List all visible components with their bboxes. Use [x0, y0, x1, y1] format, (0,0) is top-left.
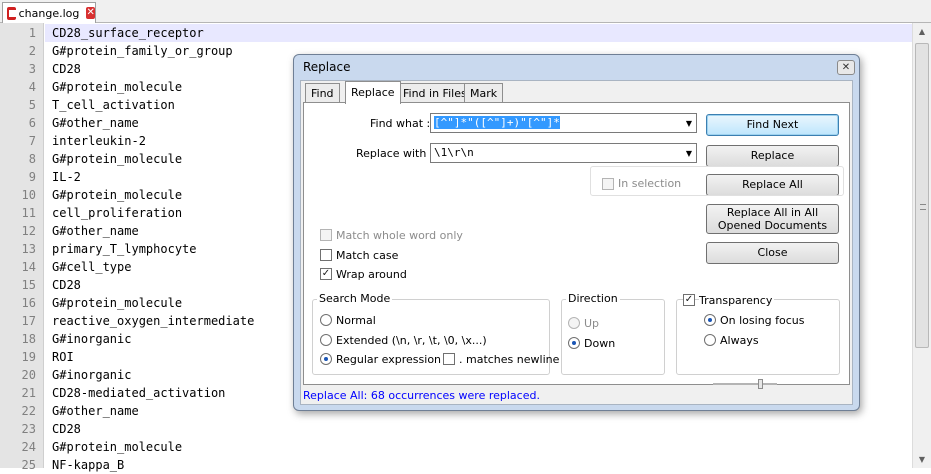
- line-number: 20: [21, 368, 36, 382]
- find-what-label: Find what :: [370, 117, 431, 130]
- editor-line[interactable]: NF-kappa_B: [52, 456, 912, 474]
- direction-up-radio[interactable]: [568, 317, 580, 329]
- vertical-scrollbar[interactable]: ▲ ▼: [912, 23, 931, 468]
- editor-line[interactable]: CD28: [52, 420, 912, 438]
- line-number-gutter: 1 2 3 4 5 6 7 8 9 10 11 12 13 14 15 16 17 18 19 20 21 22 23 24 2…: [0, 23, 44, 472]
- dropdown-arrow-icon[interactable]: ▼: [686, 145, 692, 163]
- extended-mode-radio[interactable]: [320, 334, 332, 346]
- replace-tab-panel: Find what : [^"]*"([^"]+)"[^"]* ▼ Replac…: [303, 102, 850, 385]
- transparency-slider[interactable]: [713, 383, 777, 385]
- dialog-close-button[interactable]: ✕: [837, 60, 855, 75]
- line-number: 17: [21, 314, 36, 328]
- wrap-around-checkbox[interactable]: ✓: [320, 268, 332, 280]
- line-number: 1: [28, 26, 36, 40]
- status-message: Replace All: 68 occurrences were replace…: [303, 389, 540, 402]
- line-number: 8: [28, 152, 36, 166]
- extended-mode-label: Extended (\n, \r, \t, \0, \x...): [336, 334, 487, 347]
- normal-mode-radio[interactable]: [320, 314, 332, 326]
- find-what-value: [^"]*"([^"]+)"[^"]*: [434, 116, 560, 129]
- direction-up-label: Up: [584, 317, 600, 330]
- line-number: 12: [21, 224, 36, 238]
- line-number: 9: [28, 170, 36, 184]
- line-number: 22: [21, 404, 36, 418]
- tab-mark[interactable]: Mark: [464, 83, 504, 103]
- replace-with-value: \1\r\n: [434, 146, 474, 159]
- line-number: 11: [21, 206, 36, 220]
- grip-icon: [920, 204, 926, 210]
- in-selection-checkbox[interactable]: [602, 178, 614, 190]
- line-number: 25: [21, 458, 36, 472]
- document-tab-label: change.log: [18, 6, 80, 20]
- editor-line[interactable]: G#protein_molecule: [52, 438, 912, 456]
- replace-all-in-opened-docs-button[interactable]: Replace All in All Opened Documents: [706, 204, 839, 234]
- transparency-slider-thumb[interactable]: [758, 379, 763, 389]
- scroll-up-arrow-icon[interactable]: ▲: [913, 23, 931, 40]
- in-selection-label: In selection: [618, 177, 682, 190]
- regex-mode-label: Regular expression: [336, 353, 442, 366]
- dialog-title: Replace: [303, 60, 351, 74]
- tab-replace[interactable]: Replace: [345, 81, 401, 104]
- editor-line[interactable]: CD28_surface_receptor: [52, 24, 912, 42]
- normal-mode-label: Normal: [336, 314, 376, 327]
- replace-dialog: Replace ✕ Find Replace Find in Files Mar…: [293, 54, 860, 411]
- line-number: 15: [21, 278, 36, 292]
- document-tab[interactable]: change.log ✕: [2, 2, 96, 23]
- regex-mode-radio[interactable]: [320, 353, 332, 365]
- wrap-around-label: Wrap around: [336, 268, 407, 281]
- line-number: 19: [21, 350, 36, 364]
- search-mode-title: Search Mode: [317, 292, 393, 305]
- direction-down-label: Down: [584, 337, 616, 350]
- file-saved-icon: [7, 6, 17, 20]
- replace-with-combobox[interactable]: \1\r\n ▼: [430, 143, 697, 163]
- close-button[interactable]: Close: [706, 242, 839, 264]
- document-tab-bar: change.log ✕: [0, 0, 931, 23]
- match-whole-word-checkbox[interactable]: [320, 229, 332, 241]
- transparency-always-radio[interactable]: [704, 334, 716, 346]
- tab-find-in-files[interactable]: Find in Files: [397, 83, 473, 103]
- dropdown-arrow-icon[interactable]: ▼: [686, 115, 692, 133]
- scroll-down-arrow-icon[interactable]: ▼: [913, 451, 931, 468]
- match-case-label: Match case: [336, 249, 399, 262]
- line-number: 4: [28, 80, 36, 94]
- match-whole-word-label: Match whole word only: [336, 229, 463, 242]
- transparency-checkbox[interactable]: ✓: [683, 294, 695, 306]
- transparency-on-losing-focus-label: On losing focus: [720, 314, 805, 327]
- line-number: 3: [28, 62, 36, 76]
- replace-button[interactable]: Replace: [706, 145, 839, 167]
- line-number: 13: [21, 242, 36, 256]
- dialog-body: Find Replace Find in Files Mark Find wha…: [300, 80, 853, 405]
- line-number: 21: [21, 386, 36, 400]
- match-case-checkbox[interactable]: [320, 249, 332, 261]
- scrollbar-thumb[interactable]: [915, 43, 929, 348]
- tab-find[interactable]: Find: [305, 83, 340, 103]
- line-number: 16: [21, 296, 36, 310]
- find-next-button[interactable]: Find Next: [706, 114, 839, 136]
- direction-down-radio[interactable]: [568, 337, 580, 349]
- line-number: 6: [28, 116, 36, 130]
- line-number: 7: [28, 134, 36, 148]
- find-what-combobox[interactable]: [^"]*"([^"]+)"[^"]* ▼: [430, 113, 697, 133]
- line-number: 2: [28, 44, 36, 58]
- matches-newline-label: . matches newline: [459, 353, 560, 366]
- close-icon[interactable]: ✕: [86, 7, 95, 19]
- line-number: 14: [21, 260, 36, 274]
- line-number: 5: [28, 98, 36, 112]
- transparency-on-losing-focus-radio[interactable]: [704, 314, 716, 326]
- transparency-always-label: Always: [720, 334, 759, 347]
- line-number: 10: [21, 188, 36, 202]
- line-number: 24: [21, 440, 36, 454]
- transparency-label: Transparency: [699, 294, 775, 307]
- replace-with-label: Replace with :: [356, 147, 434, 160]
- line-number: 18: [21, 332, 36, 346]
- direction-title: Direction: [566, 292, 620, 305]
- matches-newline-checkbox[interactable]: [443, 353, 455, 365]
- line-number: 23: [21, 422, 36, 436]
